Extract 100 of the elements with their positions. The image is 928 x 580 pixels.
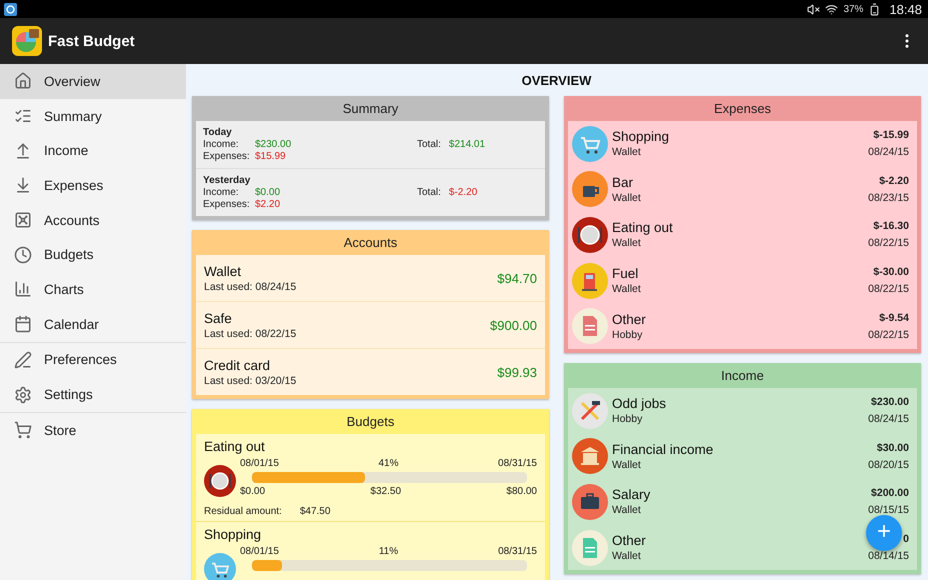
settings-icon: [14, 386, 32, 404]
sidebar-item[interactable]: Store: [0, 412, 186, 448]
sidebar-item[interactable]: Calendar: [0, 306, 186, 342]
sidebar-item[interactable]: Settings: [0, 377, 186, 412]
account-name: Safe: [204, 310, 233, 326]
briefcase-icon: [572, 484, 608, 520]
sidebar-label: Calendar: [44, 316, 99, 332]
residual-amount: $47.50: [300, 506, 330, 517]
card-title: Expenses: [712, 100, 772, 118]
expenses-amount: $2.20: [255, 199, 282, 210]
mute-icon: [807, 2, 820, 16]
pen-icon: [14, 350, 32, 369]
wifi-icon: [825, 2, 838, 16]
sidebar-item[interactable]: Summary: [0, 98, 186, 134]
clock-icon: [14, 246, 32, 264]
sidebar-item[interactable]: Expenses: [0, 168, 186, 203]
cart-icon: [14, 421, 32, 440]
download-icon: [14, 176, 32, 194]
document-icon: [572, 530, 608, 566]
expenses-amount: $15.99: [255, 151, 287, 162]
income-amount: $230.00: [255, 139, 292, 150]
sidebar-label: Preferences: [44, 352, 117, 368]
bank-icon: [572, 438, 608, 474]
app-logo: [12, 26, 42, 56]
sidebar-label: Overview: [44, 74, 100, 89]
page-title: OVERVIEW: [520, 72, 592, 90]
account-name: Credit card: [204, 358, 272, 372]
category-name: Odd jobs: [612, 396, 668, 412]
sidebar-label: Settings: [44, 387, 93, 402]
date: 08/22/15: [868, 328, 909, 341]
date: 08/23/15: [868, 192, 909, 204]
amount: $200.00: [871, 487, 909, 500]
account-name: Wallet: [612, 550, 642, 562]
last-used: Last used: 08/24/15: [204, 280, 298, 292]
card-title: Accounts: [342, 234, 398, 252]
total-label: Total:: [417, 139, 441, 150]
document-icon: [572, 308, 608, 344]
chart-icon: [14, 280, 32, 298]
amount: $-15.99: [873, 129, 909, 142]
account-name: Hobby: [612, 328, 644, 341]
category-name: Other: [612, 312, 647, 327]
date: 08/24/15: [868, 413, 909, 426]
sidebar-item[interactable]: Budgets: [0, 237, 186, 272]
battery-icon: [868, 2, 882, 16]
period-label: Today: [203, 127, 233, 138]
amount: $-2.20: [879, 174, 909, 187]
min-amount: $0.00: [240, 486, 266, 497]
sidebar-item[interactable]: Accounts: [0, 202, 186, 238]
budget-name: Eating out: [204, 439, 265, 454]
sidebar-item[interactable]: Overview: [0, 64, 186, 99]
app-title: Fast Budget: [48, 32, 135, 50]
plate-icon: [572, 216, 608, 253]
category-name: Salary: [612, 487, 652, 502]
account-name: Wallet: [612, 458, 642, 471]
account-balance: $900.00: [490, 318, 537, 332]
residual-label: Residual amount:: [204, 506, 282, 517]
sidebar-item[interactable]: Income: [0, 133, 186, 168]
upload-icon: [14, 142, 32, 160]
end-date: 08/31/15: [498, 458, 537, 469]
sidebar-item[interactable]: Preferences: [0, 342, 186, 378]
percent: 41%: [378, 458, 398, 469]
total-amount: $214.01: [448, 139, 486, 150]
sidebar-label: Charts: [44, 282, 84, 297]
sidebar-label: Summary: [44, 108, 102, 124]
account-balance: $99.93: [497, 364, 537, 380]
amount: $-9.54: [879, 312, 909, 324]
clock-time: 18:48: [889, 2, 922, 16]
battery-percent: 37%: [843, 4, 864, 14]
expenses-label: Expenses:: [203, 199, 251, 210]
sidebar-item[interactable]: Charts: [0, 272, 186, 307]
sidebar-label: Expenses: [44, 178, 104, 193]
category-name: Bar: [612, 174, 634, 190]
date: 08/22/15: [868, 283, 909, 296]
cart-icon: [572, 126, 608, 162]
income-label: Income:: [203, 139, 240, 150]
date: 08/15/15: [868, 504, 909, 516]
category-name: Shopping: [612, 129, 670, 144]
date: 08/22/15: [868, 237, 909, 250]
max-amount: $80.00: [506, 486, 537, 497]
card-title: Income: [720, 366, 765, 385]
account-name: Wallet: [612, 504, 642, 516]
account-name: Wallet: [204, 264, 242, 278]
period-label: Yesterday: [203, 175, 252, 186]
cart-icon: [204, 553, 236, 580]
category-name: Other: [612, 533, 647, 548]
last-used: Last used: 03/20/15: [204, 374, 298, 386]
safe-icon: [14, 211, 32, 230]
cup-icon: [572, 171, 608, 208]
category-name: Financial income: [612, 442, 714, 457]
sidebar-label: Store: [44, 422, 76, 438]
total-amount: $-2.20: [448, 187, 478, 198]
app-notification-icon: [4, 2, 17, 16]
account-name: Wallet: [612, 237, 642, 250]
spent-amount: $32.50: [370, 486, 402, 497]
start-date: 08/01/15: [240, 546, 279, 557]
card-title: Summary: [342, 100, 400, 118]
tools-icon: [572, 392, 608, 429]
home-icon: [14, 72, 32, 90]
account-name: Hobby: [612, 413, 644, 426]
sidebar-label: Budgets: [44, 247, 94, 262]
